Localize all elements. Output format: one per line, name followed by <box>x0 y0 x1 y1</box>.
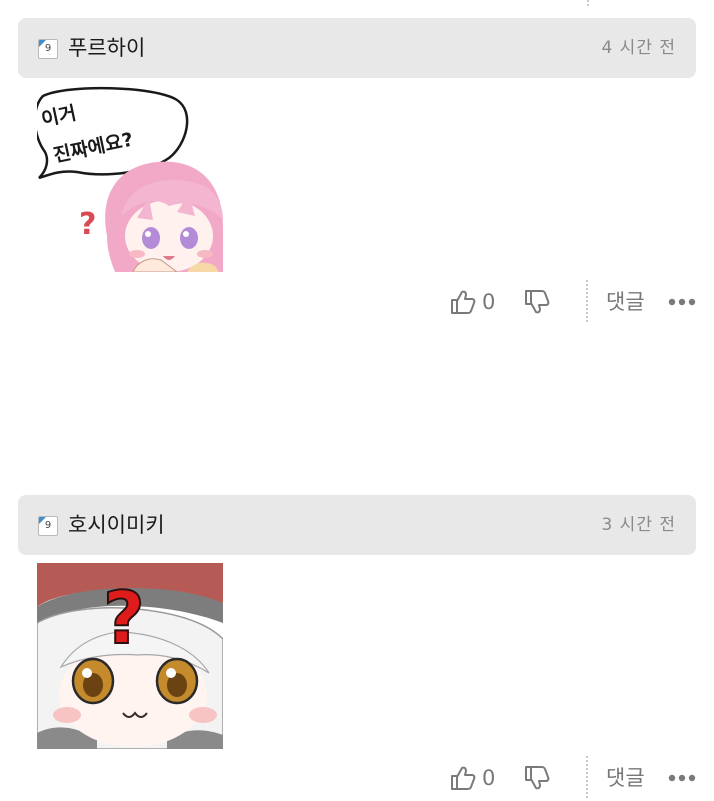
sticker-question-mark: ? <box>103 576 145 660</box>
comment-actions: 0 댓글 <box>0 280 714 322</box>
white-hair-girl-sticker[interactable]: ? <box>37 563 223 749</box>
action-divider <box>586 756 588 798</box>
level-badge-icon: 9 <box>38 39 58 59</box>
thumbs-up-icon[interactable] <box>448 764 476 792</box>
comment-header: 9 푸르하이 4 시간 전 <box>18 18 696 78</box>
comment-header: 9 호시이미키 3 시간 전 <box>18 495 696 555</box>
like-count: 0 <box>482 766 496 790</box>
username[interactable]: 푸르하이 <box>68 32 145 64</box>
reply-button[interactable]: 댓글 <box>606 286 645 318</box>
pink-hair-girl-sticker[interactable]: 이거 진짜에요? ? <box>37 86 223 272</box>
more-dots-icon[interactable] <box>668 296 696 308</box>
comment-thread: 9 푸르하이 4 시간 전 이거 진짜에요? ? 0 댓글 9 호시이미키 3 … <box>0 0 714 801</box>
username[interactable]: 호시이미키 <box>68 509 165 541</box>
thumbs-down-icon[interactable] <box>522 288 550 316</box>
reply-button[interactable]: 댓글 <box>606 762 645 794</box>
comment-timestamp: 4 시간 전 <box>601 38 676 58</box>
comment-timestamp: 3 시간 전 <box>601 515 676 535</box>
action-divider <box>586 280 588 322</box>
more-dots-icon[interactable] <box>668 772 696 784</box>
like-count: 0 <box>482 290 496 314</box>
sticker-question-mark: ? <box>79 207 96 242</box>
sticker-image: ? <box>37 563 223 749</box>
level-badge-icon: 9 <box>38 516 58 536</box>
sticker-image: 이거 진짜에요? ? <box>37 86 223 272</box>
thumbs-down-icon[interactable] <box>522 764 550 792</box>
thumbs-up-icon[interactable] <box>448 288 476 316</box>
divider <box>587 0 589 6</box>
comment-actions: 0 댓글 <box>0 756 714 798</box>
